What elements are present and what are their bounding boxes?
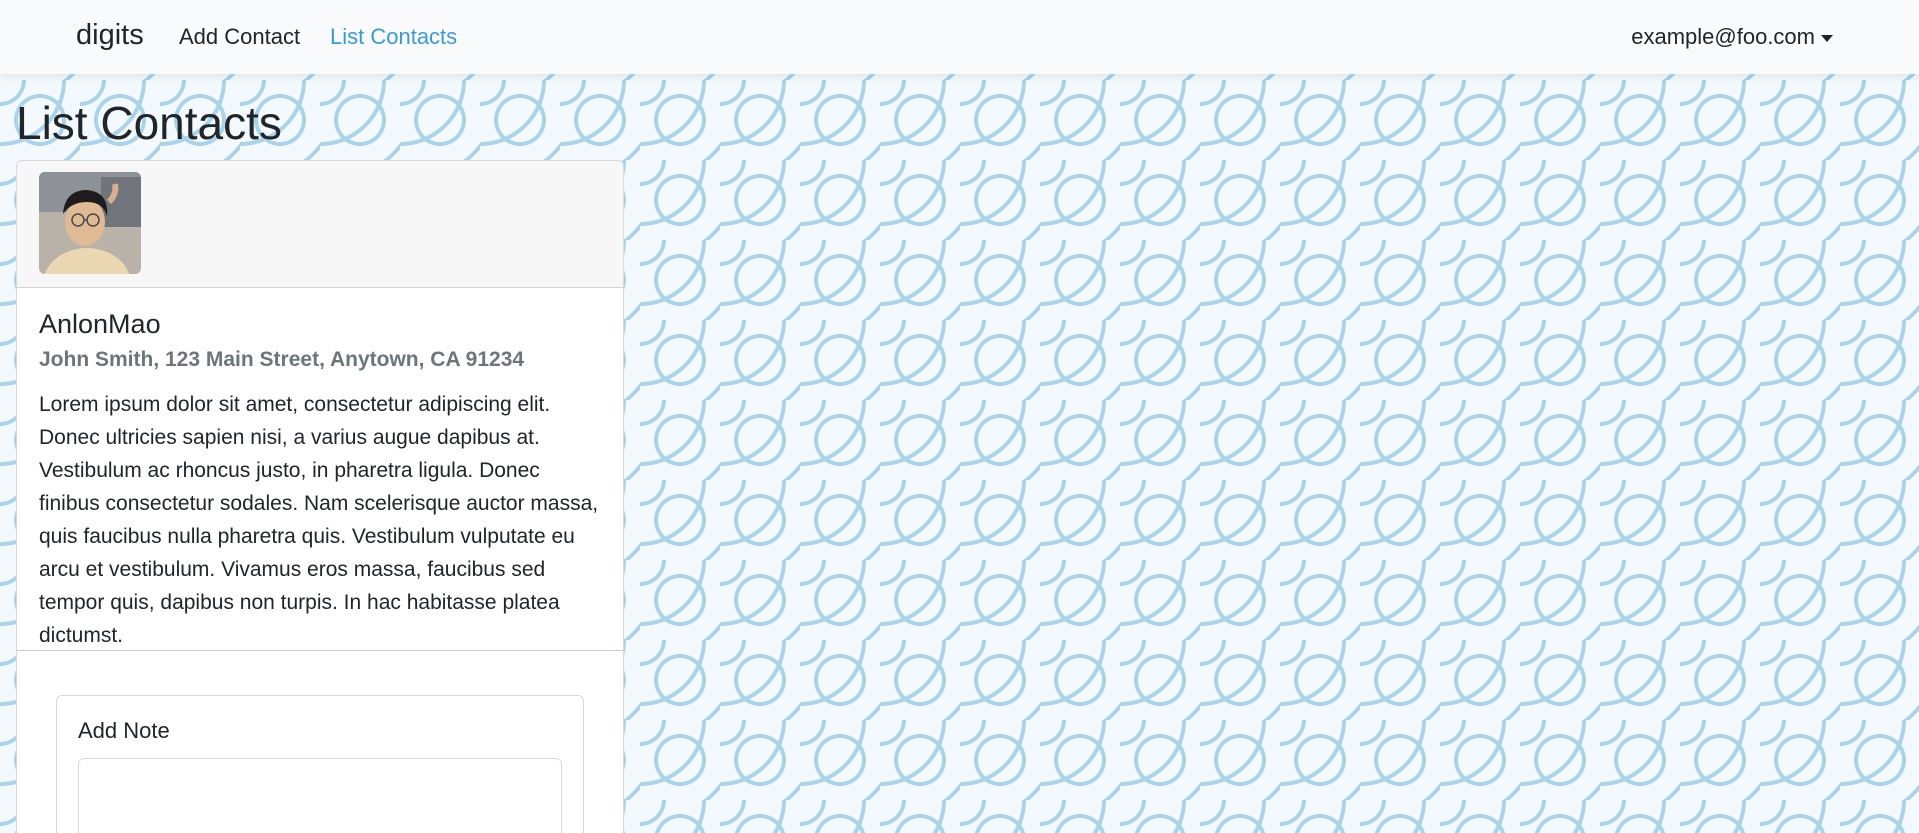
brand-logo[interactable]: digits	[76, 19, 144, 52]
contact-address: John Smith, 123 Main Street, Anytown, CA…	[39, 348, 525, 372]
contact-description: Lorem ipsum dolor sit amet, consectetur …	[39, 393, 599, 648]
nav-add-contact[interactable]: Add Contact	[179, 24, 300, 50]
profile-photo-icon	[39, 172, 141, 274]
card-body: AnlonMao John Smith, 123 Main Street, An…	[17, 288, 623, 651]
top-navbar: digits Add Contact List Contacts example…	[0, 0, 1919, 74]
add-note-label: Add Note	[78, 718, 170, 743]
user-email: example@foo.com	[1631, 24, 1815, 49]
note-input[interactable]	[78, 758, 562, 833]
avatar	[39, 172, 141, 274]
caret-down-icon	[1821, 34, 1833, 42]
user-dropdown[interactable]: example@foo.com	[1631, 24, 1833, 50]
add-note-form: Add Note	[56, 695, 584, 833]
page-title: List Contacts	[16, 97, 282, 149]
nav-list-contacts[interactable]: List Contacts	[330, 24, 457, 50]
contact-name: AnlonMao	[39, 309, 161, 339]
note-section: Add Note	[17, 651, 623, 833]
card-header	[17, 161, 623, 288]
contact-card: AnlonMao John Smith, 123 Main Street, An…	[16, 160, 624, 833]
